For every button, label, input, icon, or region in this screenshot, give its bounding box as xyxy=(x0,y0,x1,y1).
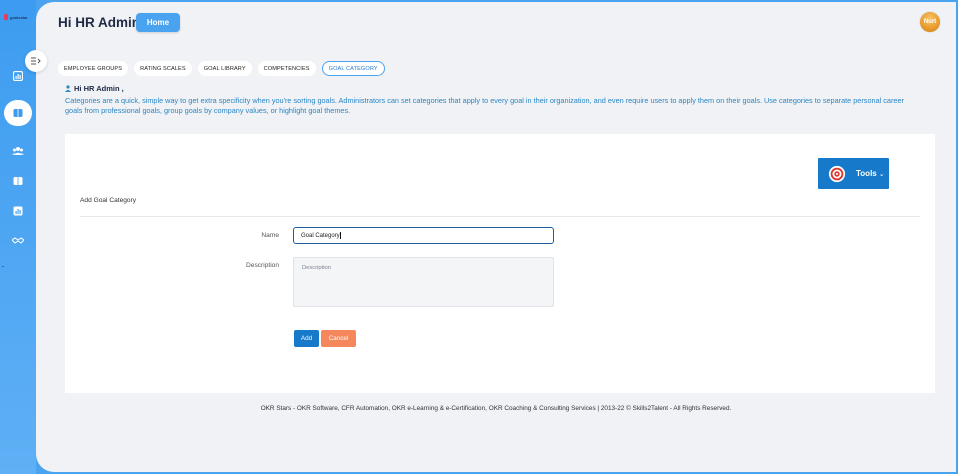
page-greeting: Hi HR Admin xyxy=(58,15,140,30)
sidebar-toggle-button[interactable] xyxy=(25,50,47,72)
tab-bar: EMPLOYEE GROUPS RATING SCALES GOAL LIBRA… xyxy=(58,61,385,76)
tab-employee-groups[interactable]: EMPLOYEE GROUPS xyxy=(58,61,129,76)
users-icon[interactable] xyxy=(12,145,24,157)
info-banner: Hi HR Admin , Categories are a quick, si… xyxy=(65,84,935,124)
info-user-line: Hi HR Admin , xyxy=(65,84,935,93)
book-open-icon[interactable] xyxy=(12,175,24,187)
chart-icon[interactable] xyxy=(12,70,24,82)
logo-mark xyxy=(4,14,8,20)
user-icon xyxy=(65,85,71,92)
tools-label: Tools xyxy=(856,169,877,178)
cancel-button[interactable]: Cancel xyxy=(321,330,356,347)
target-icon xyxy=(828,165,846,182)
tab-goal-category[interactable]: GOAL CATEGORY xyxy=(321,61,385,76)
logo-text: goalsstar xyxy=(10,14,28,20)
name-input[interactable]: Goal Category xyxy=(293,227,554,244)
home-button[interactable]: Home xyxy=(136,13,180,32)
info-description: Categories are a quick, simple way to ge… xyxy=(65,96,904,115)
goal-category-card: Tools ⌄ Add Goal Category Name Goal Cate… xyxy=(65,134,935,393)
menu-collapse-icon xyxy=(31,57,41,65)
name-label: Name xyxy=(261,232,279,239)
tab-competencies[interactable]: COMPETENCIES xyxy=(257,61,316,76)
handshake-icon[interactable] xyxy=(12,234,24,246)
divider xyxy=(80,216,920,217)
bar-chart-icon[interactable] xyxy=(12,205,24,217)
app-logo[interactable]: goalsstar xyxy=(4,13,34,21)
book-icon[interactable] xyxy=(12,107,24,119)
section-title: Add Goal Category xyxy=(80,197,137,204)
info-user-text: Hi HR Admin , xyxy=(74,84,124,93)
chevron-down-icon: ⌄ xyxy=(878,170,885,178)
tab-rating-scales[interactable]: RATING SCALES xyxy=(134,61,192,76)
main-panel: Hi HR Admin Home Nurt EMPLOYEE GROUPS RA… xyxy=(25,2,956,472)
sidebar: goalsstar xyxy=(0,0,36,474)
tab-goal-library[interactable]: GOAL LIBRARY xyxy=(197,61,252,76)
description-label: Description xyxy=(246,262,279,269)
text-cursor xyxy=(340,232,341,239)
sidebar-marker xyxy=(2,266,4,267)
avatar[interactable]: Nurt xyxy=(919,11,941,33)
header: Hi HR Admin Home Nurt xyxy=(36,2,956,42)
name-input-value: Goal Category xyxy=(301,232,340,239)
tools-button[interactable]: Tools ⌄ xyxy=(818,158,889,189)
add-button[interactable]: Add xyxy=(294,330,319,347)
footer: OKR Stars - OKR Software, CFR Automation… xyxy=(260,405,732,412)
description-textarea[interactable]: Description xyxy=(293,257,554,307)
